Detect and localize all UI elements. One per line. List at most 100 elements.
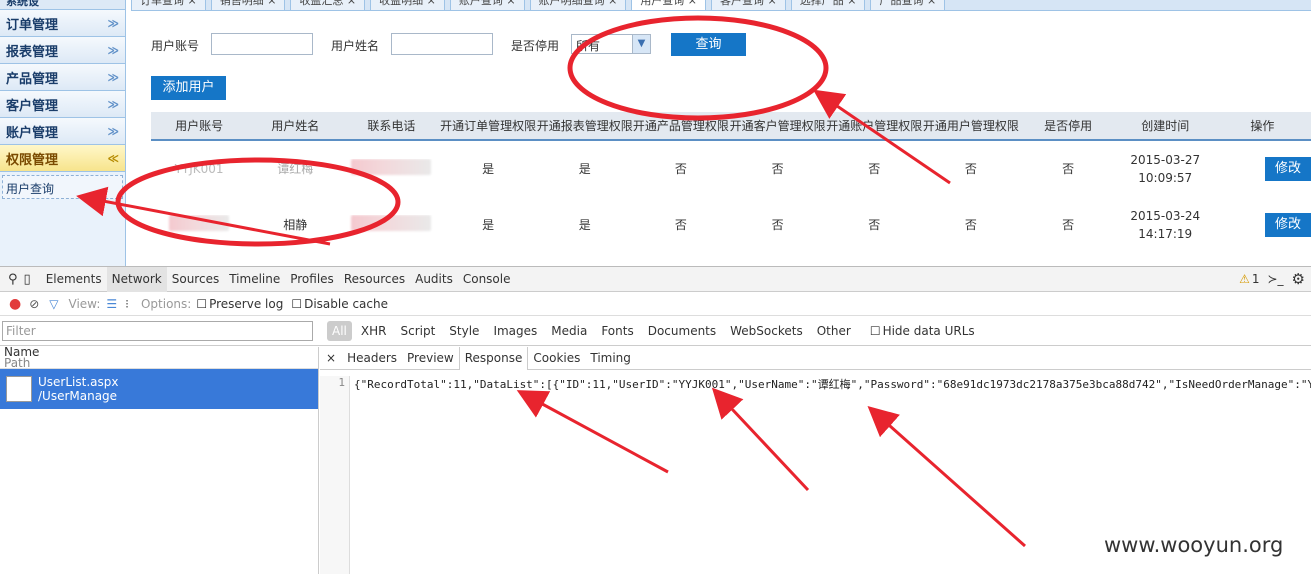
- type-xhr[interactable]: XHR: [356, 324, 392, 338]
- col-header: 操作: [1250, 119, 1275, 133]
- settings-gear-icon[interactable]: ⚙: [1292, 270, 1305, 288]
- clear-icon[interactable]: ⊘: [29, 297, 39, 311]
- type-documents[interactable]: Documents: [643, 324, 721, 338]
- detail-tabs: × Headers Preview Response Cookies Timin…: [320, 346, 1311, 370]
- response-text: {"RecordTotal":11,"DataList":[{"ID":11,"…: [354, 378, 1311, 391]
- cell-phone: [343, 214, 439, 236]
- name-column-header[interactable]: Name: [4, 346, 318, 358]
- warning-icon[interactable]: ⚠: [1239, 272, 1250, 286]
- type-other[interactable]: Other: [812, 324, 856, 338]
- type-websockets[interactable]: WebSockets: [725, 324, 808, 338]
- filter-input[interactable]: Filter: [2, 320, 313, 341]
- edit-button[interactable]: 修改: [1264, 213, 1311, 237]
- sidebar-item-label: 权限管理: [6, 152, 59, 168]
- created-date: 2015-03-24: [1130, 209, 1201, 223]
- query-button[interactable]: 查询: [671, 33, 746, 56]
- search-icon[interactable]: ⚲: [8, 272, 18, 287]
- subtab-response[interactable]: Response: [458, 346, 529, 370]
- type-images[interactable]: Images: [488, 324, 542, 338]
- cell-product-perm: 否: [674, 218, 687, 232]
- sidebar-item-label: 账户管理: [6, 125, 59, 141]
- tab-account-detail-query[interactable]: 账户明细查询 ×: [529, 0, 627, 10]
- request-row[interactable]: UserList.aspx /UserManage: [0, 369, 318, 409]
- device-mode-icon[interactable]: ▯: [24, 272, 31, 287]
- sidebar-item-label: 订单管理: [6, 17, 59, 33]
- tab-account-query[interactable]: 账户查询 ×: [449, 0, 525, 10]
- panel-audits[interactable]: Audits: [410, 267, 458, 292]
- sidebar-item-products[interactable]: 产品管理 ≫: [0, 64, 125, 91]
- panel-profiles[interactable]: Profiles: [285, 267, 339, 292]
- console-drawer-icon[interactable]: ≻_: [1267, 272, 1283, 286]
- active-select[interactable]: 所有 ▼: [571, 34, 651, 54]
- subtab-headers[interactable]: Headers: [342, 347, 402, 370]
- subtab-cookies[interactable]: Cookies: [528, 347, 585, 370]
- tab-user-query[interactable]: 用户查询 ×: [631, 0, 707, 10]
- cell-report-perm: 是: [578, 162, 591, 176]
- col-header: 开通产品管理权限: [632, 119, 729, 133]
- panel-resources[interactable]: Resources: [339, 267, 410, 292]
- overview-icon[interactable]: ⁝: [125, 297, 129, 311]
- edit-button[interactable]: 修改: [1264, 157, 1311, 181]
- panel-elements[interactable]: Elements: [41, 267, 107, 292]
- panel-timeline[interactable]: Timeline: [224, 267, 285, 292]
- devtools-panel: ⚲ ▯ Elements Network Sources Timeline Pr…: [0, 266, 1311, 574]
- close-icon[interactable]: ×: [326, 351, 336, 365]
- web-app: 系统设 订单管理 ≫ 报表管理 ≫ 产品管理 ≫ 客户管理 ≫ 账户管理 ≫ 权限管理 ≪ …: [0, 0, 1311, 266]
- add-user-button[interactable]: 添加用户: [151, 76, 226, 100]
- hide-data-urls-checkbox[interactable]: ☐: [870, 324, 881, 338]
- filter-icon[interactable]: ▽: [49, 297, 58, 311]
- request-path: /UserManage: [38, 389, 118, 403]
- main-content: 用户账号 用户姓名 是否停用 所有 ▼ 查询 添加用户 用户账号 用户姓名 联系电…: [131, 12, 1311, 266]
- tab-sales-detail[interactable]: 销售明细 ×: [210, 0, 286, 10]
- col-header: 用户账号: [175, 119, 224, 133]
- sidebar-item-accounts[interactable]: 账户管理 ≫: [0, 118, 125, 145]
- preserve-log-checkbox[interactable]: ☐: [196, 297, 207, 311]
- sidebar-item-customers[interactable]: 客户管理 ≫: [0, 91, 125, 118]
- warning-count: 1: [1251, 272, 1260, 286]
- tab-select-product[interactable]: 选择产品 ×: [790, 0, 866, 10]
- cell-created: 2015-03-27 10:09:57: [1117, 151, 1214, 187]
- cell-user-perm: 否: [964, 162, 977, 176]
- col-header: 创建时间: [1141, 119, 1190, 133]
- panel-console[interactable]: Console: [458, 267, 516, 292]
- list-view-icon[interactable]: ☰: [106, 297, 117, 311]
- tab-order-query[interactable]: 订单查询 ×: [131, 0, 206, 10]
- disable-cache-checkbox[interactable]: ☐: [291, 297, 302, 311]
- account-input[interactable]: [211, 33, 313, 55]
- tab-customer-query[interactable]: 客户查询 ×: [711, 0, 786, 10]
- name-input[interactable]: [391, 33, 493, 55]
- name-label: 用户姓名: [331, 39, 380, 53]
- type-all[interactable]: All: [327, 320, 352, 341]
- tab-income-summary[interactable]: 收益汇总 ×: [290, 0, 366, 10]
- tab-product-query[interactable]: 产品查询 ×: [870, 0, 946, 10]
- type-script[interactable]: Script: [395, 324, 440, 338]
- type-style[interactable]: Style: [444, 324, 484, 338]
- sidebar-subitem-user-query[interactable]: 用户查询: [2, 175, 123, 199]
- network-filter-bar: Filter All XHR Script Style Images Media…: [0, 316, 1311, 346]
- panel-network[interactable]: Network: [106, 266, 167, 292]
- panel-sources[interactable]: Sources: [167, 267, 224, 292]
- request-name: UserList.aspx: [38, 375, 119, 389]
- redacted-account: [169, 214, 230, 231]
- sidebar-top-item[interactable]: 系统设: [0, 0, 125, 10]
- cell-order-perm: 是: [482, 218, 495, 232]
- watermark: www.wooyun.org: [1104, 533, 1284, 557]
- record-icon[interactable]: ●: [9, 296, 21, 312]
- cell-user-perm: 否: [964, 218, 977, 232]
- sidebar-item-reports[interactable]: 报表管理 ≫: [0, 37, 125, 64]
- options-label: Options:: [140, 296, 192, 311]
- type-fonts[interactable]: Fonts: [596, 324, 638, 338]
- tab-income-detail[interactable]: 收益明细 ×: [370, 0, 445, 10]
- redacted-phone: [351, 214, 432, 231]
- sidebar-item-permissions[interactable]: 权限管理 ≪: [0, 145, 125, 172]
- subtab-preview[interactable]: Preview: [402, 347, 459, 370]
- chevron-down-icon: ≫: [107, 124, 119, 138]
- subtab-timing[interactable]: Timing: [585, 347, 636, 370]
- cell-order-perm: 是: [482, 162, 495, 176]
- cell-customer-perm: 否: [771, 218, 784, 232]
- type-media[interactable]: Media: [546, 324, 592, 338]
- sidebar-item-orders[interactable]: 订单管理 ≫: [0, 10, 125, 37]
- sidebar: 系统设 订单管理 ≫ 报表管理 ≫ 产品管理 ≫ 客户管理 ≫ 账户管理 ≫ 权限管理 ≪ …: [0, 0, 126, 266]
- path-column-header[interactable]: Path: [4, 357, 318, 369]
- created-time: 10:09:57: [1138, 171, 1193, 185]
